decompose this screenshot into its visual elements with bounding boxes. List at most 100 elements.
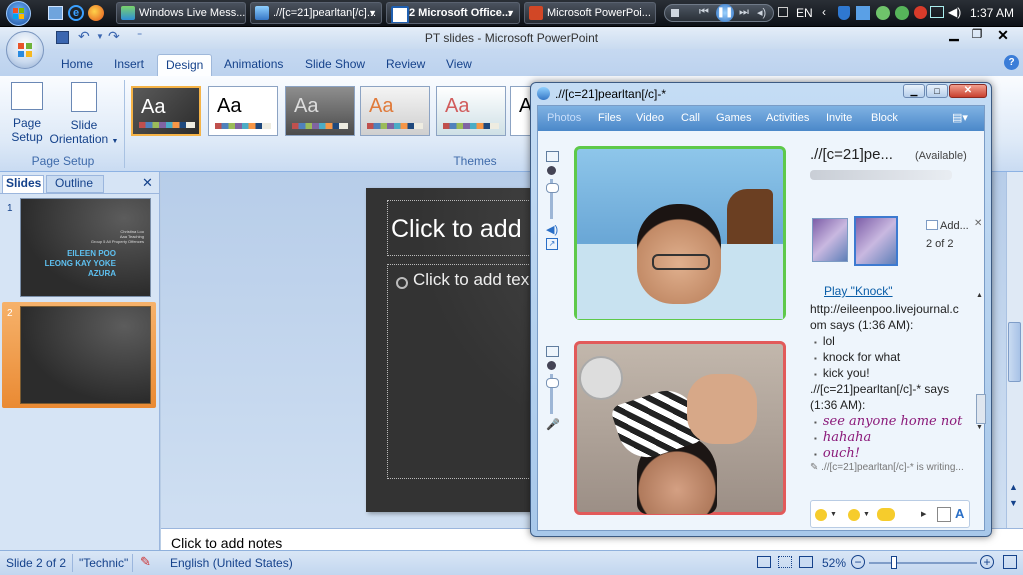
webcam-settings-icon[interactable] [546,346,559,357]
zoom-out-icon[interactable]: − [851,555,865,569]
play-link[interactable]: Play "Knock" [824,284,893,298]
spelling-check-icon[interactable]: ✎ [140,554,156,570]
tray-shield-icon[interactable] [838,6,850,20]
language-indicator[interactable]: EN [796,6,813,20]
microphone-icon[interactable]: 🎤 [546,418,560,431]
tray-sync-icon[interactable] [876,6,890,20]
messenger-close-button[interactable]: ✕ [949,84,987,98]
display-picture[interactable] [812,218,848,262]
restore-button[interactable]: ❐ [966,27,988,45]
language-status[interactable]: English (United States) [170,556,293,570]
chevron-down-icon[interactable]: ▼ [863,511,870,518]
tray-volume-icon[interactable]: ◀) [948,5,961,19]
webcam-icon[interactable] [547,166,556,175]
menu-block[interactable]: Block [871,112,898,124]
tab-animations[interactable]: Animations [216,54,291,76]
previous-slide-icon[interactable]: ▲ [1009,482,1018,492]
theme-thumbnail[interactable]: Aa [131,86,201,136]
chevron-down-icon[interactable]: ▼ [830,511,837,518]
theme-thumbnail[interactable]: Aa [360,86,430,136]
normal-view-icon[interactable] [757,556,771,568]
taskbar-item-powerpoint[interactable]: Microsoft PowerPoi... [524,2,656,24]
menu-video[interactable]: Video [636,112,664,124]
mic-volume-slider[interactable] [546,179,559,219]
scroll-thumb[interactable] [1008,322,1021,382]
messenger-maximize-button[interactable]: □ [926,84,948,98]
menu-call[interactable]: Call [681,112,700,124]
menu-invite[interactable]: Invite [826,112,852,124]
scroll-down-icon[interactable]: ▼ [976,424,986,431]
tab-slide-show[interactable]: Slide Show [297,54,373,76]
start-button[interactable] [6,1,31,26]
handwriting-icon[interactable] [937,507,951,522]
pane-tab-outline[interactable]: Outline [46,175,104,193]
media-next-icon[interactable]: ⏭ [739,6,749,19]
scroll-up-icon[interactable]: ▲ [976,292,986,299]
menu-options-icon[interactable]: ▤▾ [952,111,968,124]
close-button[interactable]: ✕ [990,27,1016,45]
font-icon[interactable]: A [955,506,964,521]
media-pause-icon[interactable]: ❚❚ [716,4,734,22]
webcam-settings-icon[interactable] [546,151,559,162]
mic-volume-slider[interactable] [546,374,559,414]
slide-sorter-icon[interactable] [778,556,792,568]
pane-tab-slides[interactable]: Slides [2,175,44,193]
office-button[interactable] [6,31,44,69]
tab-design[interactable]: Design [157,54,213,77]
next-slide-icon[interactable]: ▼ [1009,498,1018,508]
slide-orientation-button[interactable]: Slide Orientation ▼ [48,80,120,154]
zoom-slider-thumb[interactable] [891,556,897,569]
close-dp-icon[interactable]: ✕ [974,218,982,229]
wink-icon[interactable] [848,509,860,521]
messenger-window[interactable]: .//[c=21]pearltan[/c]-* ▁ □ ✕ Photos Fil… [530,82,992,537]
chat-transcript[interactable]: Play "Knock" http://eileenpoo.livejourna… [810,282,974,482]
fit-to-window-icon[interactable] [1003,555,1017,569]
tray-network-icon[interactable] [856,6,870,20]
tray-monitor-icon[interactable] [930,6,944,18]
firefox-icon[interactable] [88,5,104,21]
menu-games[interactable]: Games [716,112,751,124]
zoom-in-icon[interactable]: + [980,555,994,569]
internet-explorer-icon[interactable]: e [68,5,84,21]
more-options-icon[interactable]: ▶ [921,510,926,518]
expand-video-icon[interactable]: ↗ [546,238,558,250]
taskbar-item-office[interactable]: 2 Microsoft Office... ▼ [386,2,520,24]
messenger-minimize-button[interactable]: ▁ [903,84,925,98]
tab-review[interactable]: Review [378,54,433,76]
emoticon-icon[interactable] [815,509,827,521]
menu-activities[interactable]: Activities [766,112,809,124]
taskbar-item-messenger[interactable]: Windows Live Mess... [116,2,246,24]
tab-home[interactable]: Home [53,54,101,76]
close-pane-icon[interactable]: ✕ [142,175,153,191]
display-picture-selected[interactable] [854,216,898,266]
tab-insert[interactable]: Insert [106,54,152,76]
zoom-level[interactable]: 52% [822,556,846,570]
page-setup-button[interactable]: Page Setup [4,80,50,154]
clock[interactable]: 1:37 AM [970,6,1014,20]
message-input[interactable]: ▼ ▼ ▶ A [810,500,970,528]
slide-thumbnail-2[interactable] [20,306,151,404]
theme-thumbnail[interactable]: Aa [436,86,506,136]
show-desktop-icon[interactable] [48,6,63,20]
menu-files[interactable]: Files [598,112,621,124]
nudge-icon[interactable] [877,508,895,521]
chat-scroll-thumb[interactable] [976,394,986,424]
media-stop-icon[interactable] [671,9,679,17]
media-restore-icon[interactable] [778,7,788,17]
help-icon[interactable]: ? [1004,55,1019,70]
tab-view[interactable]: View [438,54,480,76]
slide-thumbnail-1[interactable]: Christina Loo Aaa Teaching Group 5 All P… [20,198,151,297]
media-previous-icon[interactable]: ⏮ [699,6,709,19]
speaker-icon[interactable]: ◀) [546,223,560,236]
minimize-button[interactable]: ▁ [943,27,965,45]
webcam-icon[interactable] [547,361,556,370]
tray-warning-icon[interactable] [914,6,927,19]
chevron-left-icon[interactable]: ‹ [822,5,826,19]
media-volume-icon[interactable]: ◂) [757,6,766,19]
theme-thumbnail[interactable]: Aa [285,86,355,136]
tray-messenger-icon[interactable] [895,6,909,20]
chat-scrollbar[interactable]: ▲ ▼ [976,292,986,456]
slide-show-icon[interactable] [799,556,813,568]
add-icon[interactable] [926,220,938,230]
taskbar-item-chat-window[interactable]: .//[c=21]pearltan[/c]... ▼ [250,2,382,24]
